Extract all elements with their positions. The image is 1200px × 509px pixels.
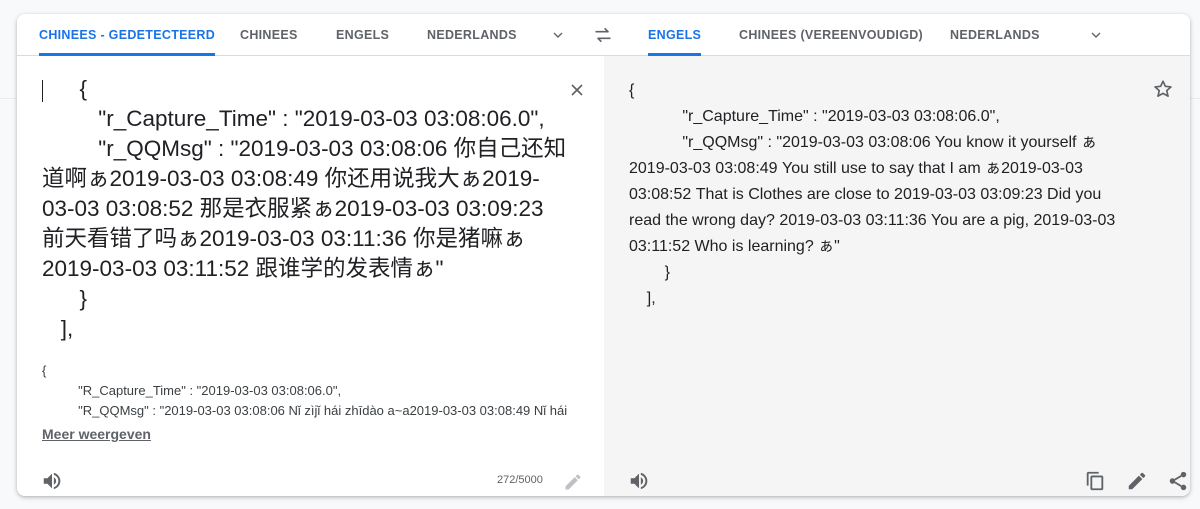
- source-text-input[interactable]: { "r_Capture_Time" : "2019-03-03 03:08:0…: [42, 74, 567, 344]
- star-icon[interactable]: [1152, 78, 1174, 100]
- tab-source-chinese[interactable]: CHINEES: [240, 14, 298, 55]
- share-icon[interactable]: [1167, 470, 1189, 492]
- pencil-icon[interactable]: [1126, 470, 1148, 492]
- swap-languages-icon[interactable]: [593, 25, 613, 45]
- tab-target-chinese-simplified[interactable]: CHINEES (VEREENVOUDIGD): [739, 14, 923, 55]
- tab-target-english[interactable]: ENGELS: [648, 14, 702, 56]
- tab-target-dutch[interactable]: NEDERLANDS: [950, 14, 1040, 55]
- character-count: 272/5000: [497, 474, 543, 486]
- chevron-down-icon[interactable]: [1088, 27, 1104, 43]
- language-tab-bar: CHINEES - GEDETECTEERD CHINEES ENGELS NE…: [17, 14, 1190, 56]
- transliteration-text: { "R_Capture_Time" : "2019-03-03 03:08:0…: [42, 363, 568, 418]
- speaker-icon[interactable]: [628, 470, 650, 492]
- speaker-icon[interactable]: [41, 470, 63, 492]
- show-more-link[interactable]: Meer weergeven: [42, 426, 151, 442]
- tab-source-detected[interactable]: CHINEES - GEDETECTEERD: [39, 14, 216, 56]
- translation-output: { "r_Capture_Time" : "2019-03-03 03:08:0…: [629, 82, 1116, 307]
- close-icon[interactable]: [567, 80, 587, 100]
- tab-source-english[interactable]: ENGELS: [336, 14, 389, 55]
- source-pane: { "r_Capture_Time" : "2019-03-03 03:08:0…: [17, 56, 604, 496]
- translate-card: CHINEES - GEDETECTEERD CHINEES ENGELS NE…: [17, 14, 1190, 496]
- copy-icon[interactable]: [1084, 470, 1106, 492]
- tab-source-dutch[interactable]: NEDERLANDS: [427, 14, 517, 55]
- target-pane: { "r_Capture_Time" : "2019-03-03 03:08:0…: [604, 56, 1190, 496]
- pencil-icon: [565, 474, 581, 490]
- chevron-down-icon[interactable]: [550, 27, 566, 43]
